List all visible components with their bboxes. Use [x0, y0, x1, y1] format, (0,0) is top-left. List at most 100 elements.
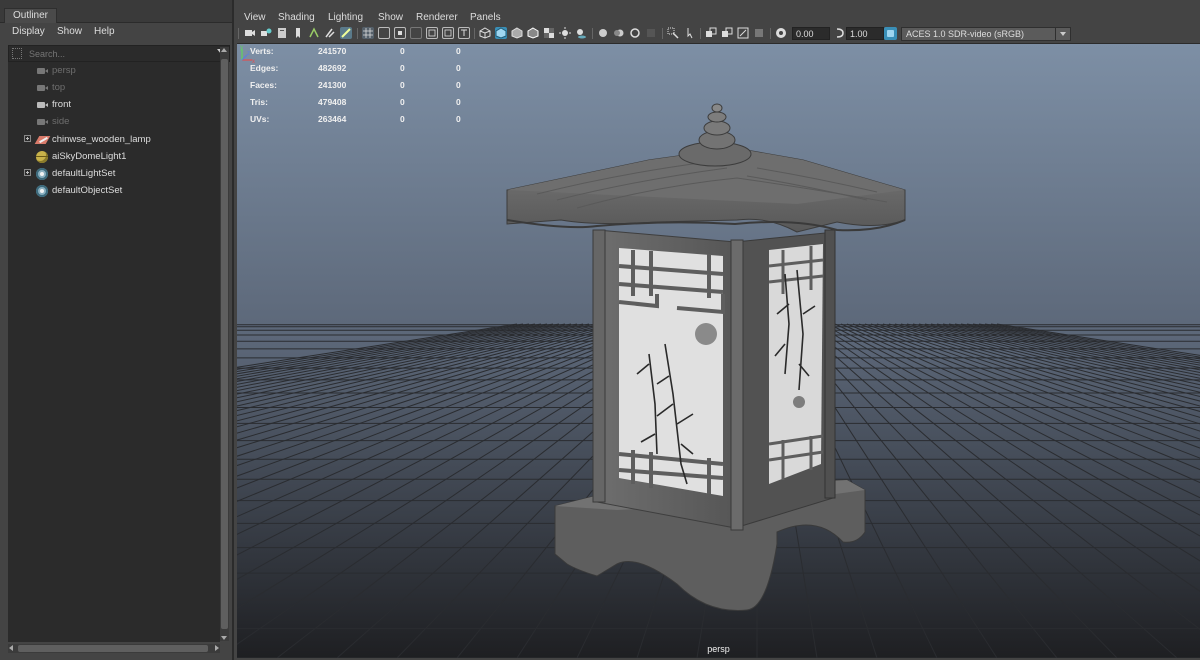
outliner-item-persp[interactable]: persp: [8, 62, 220, 79]
outliner-search-input[interactable]: [29, 46, 214, 61]
camera-icon: [36, 116, 50, 128]
hud-label: Tris:: [250, 97, 268, 107]
image-plane-toggle-icon[interactable]: [753, 27, 765, 39]
scroll-left-arrow-icon[interactable]: [9, 645, 13, 651]
gate-mask-icon[interactable]: [410, 27, 422, 39]
x-ray-active-components-icon[interactable]: [721, 27, 733, 39]
x-ray-icon[interactable]: [683, 27, 695, 39]
exposure-icon[interactable]: [775, 27, 787, 39]
outliner-menu-help[interactable]: Help: [94, 26, 115, 37]
outliner-search-bar: [8, 45, 230, 62]
use-all-lights-icon[interactable]: [559, 27, 571, 39]
axis-label-y: y: [240, 45, 243, 51]
outliner-tab[interactable]: Outliner: [4, 8, 58, 23]
field-chart-icon[interactable]: [426, 27, 438, 39]
safe-title-icon[interactable]: [458, 27, 470, 39]
hud-label: Edges:: [250, 63, 279, 73]
resolution-gate-icon[interactable]: [394, 27, 406, 39]
3d-viewport[interactable]: Verts: 241570 0 0 Edges: 482692 0 0 Face…: [237, 43, 1200, 658]
outliner-item-top[interactable]: top: [8, 79, 220, 96]
motion-blur-icon[interactable]: [613, 27, 625, 39]
wireframe-icon[interactable]: [479, 27, 491, 39]
viewport-menu-renderer[interactable]: Renderer: [416, 12, 458, 23]
isolate-select-icon[interactable]: [667, 27, 679, 39]
default-material-icon[interactable]: [511, 27, 523, 39]
depth-of-field-icon[interactable]: [645, 27, 657, 39]
object-set-icon: [36, 185, 50, 197]
search-grip-icon[interactable]: [12, 48, 22, 59]
gamma-icon[interactable]: [834, 27, 846, 39]
viewport-panel: View Shading Lighting Show Renderer Pane…: [234, 0, 1200, 660]
outliner-item-label: persp: [52, 65, 76, 76]
axis-label-z: z: [247, 51, 250, 57]
viewport-menu-lighting[interactable]: Lighting: [328, 12, 363, 23]
hud-row-faces: Faces: 241300 0 0: [250, 80, 480, 96]
outliner-menu-show[interactable]: Show: [57, 26, 82, 37]
select-camera-icon[interactable]: [244, 27, 256, 39]
scroll-thumb[interactable]: [221, 59, 228, 629]
safe-action-icon[interactable]: [442, 27, 454, 39]
color-management-icon[interactable]: [884, 27, 897, 40]
viewport-menu-panels[interactable]: Panels: [470, 12, 501, 23]
hud-value: 0: [400, 97, 405, 107]
viewport-menubar: View Shading Lighting Show Renderer Pane…: [234, 8, 1200, 26]
smooth-shade-all-icon[interactable]: [495, 27, 507, 39]
hud-value: 479408: [318, 97, 347, 107]
toolbar-separator: [592, 28, 593, 39]
2d-pan-zoom-icon[interactable]: [308, 27, 320, 39]
expand-plus-icon[interactable]: [24, 135, 31, 142]
outliner-menu-display[interactable]: Display: [12, 26, 45, 37]
textured-icon[interactable]: [543, 27, 555, 39]
hud-value: 0: [400, 63, 405, 73]
view-transform-dropdown[interactable]: ACES 1.0 SDR-video (sRGB): [901, 27, 1071, 41]
viewport-menu-view[interactable]: View: [244, 12, 266, 23]
bookmark-icon[interactable]: [276, 27, 288, 39]
hud-value: 482692: [318, 63, 347, 73]
outliner-item-chinwse-wooden-lamp[interactable]: chinwse_wooden_lamp: [8, 131, 220, 148]
toolbar-separator: [238, 28, 239, 39]
outliner-item-label: side: [52, 116, 70, 127]
outliner-horizontal-scrollbar[interactable]: [8, 644, 220, 653]
toolbar-separator: [770, 28, 771, 39]
grease-pencil-active-icon[interactable]: [340, 27, 352, 39]
wireframe-on-shaded-icon[interactable]: [527, 27, 539, 39]
hud-value: 241570: [318, 46, 347, 56]
viewport-menu-show[interactable]: Show: [378, 12, 403, 23]
exposure-field[interactable]: 0.00: [792, 27, 830, 40]
backface-culling-icon[interactable]: [737, 27, 749, 39]
shadows-icon[interactable]: [575, 27, 587, 39]
gamma-field[interactable]: 1.00: [846, 27, 884, 40]
grease-pencil-icon[interactable]: [324, 27, 336, 39]
viewport-menu-shading[interactable]: Shading: [278, 12, 315, 23]
expand-plus-icon[interactable]: [24, 169, 31, 176]
hud-row-tris: Tris: 479408 0 0: [250, 97, 480, 113]
outliner-item-side[interactable]: side: [8, 113, 220, 130]
outliner-item-defaultobjectset[interactable]: defaultObjectSet: [8, 182, 220, 199]
outliner-item-defaultlightset[interactable]: defaultLightSet: [8, 165, 220, 182]
screen-space-ao-icon[interactable]: [597, 27, 609, 39]
outliner-tree: persp top front side chinwse_wooden_lamp…: [8, 62, 220, 642]
grid-toggle-icon[interactable]: [362, 27, 374, 39]
image-plane-icon[interactable]: [292, 27, 304, 39]
x-ray-joints-icon[interactable]: [705, 27, 717, 39]
toolbar-separator: [700, 28, 701, 39]
anti-aliasing-icon[interactable]: [629, 27, 641, 39]
scroll-thumb[interactable]: [18, 645, 208, 652]
viewport-scene: [237, 44, 1200, 658]
hud-value: 263464: [318, 114, 347, 124]
outliner-item-front[interactable]: front: [8, 96, 220, 113]
camera-attributes-icon[interactable]: [260, 27, 272, 39]
hud-label: UVs:: [250, 114, 270, 124]
viewport-toolbar: 0.00 1.00 ACES 1.0 SDR-video (sRGB): [234, 25, 1200, 43]
outliner-vertical-scrollbar[interactable]: [220, 47, 229, 641]
axis-gizmo: y x z: [240, 45, 255, 64]
scroll-up-arrow-icon[interactable]: [221, 48, 227, 52]
scroll-down-arrow-icon[interactable]: [221, 636, 227, 640]
outliner-item-label: top: [52, 82, 66, 93]
transform-icon: [34, 134, 51, 146]
skydome-light-icon: [36, 151, 50, 163]
film-gate-icon[interactable]: [378, 27, 390, 39]
outliner-item-aiskydomelight1[interactable]: aiSkyDomeLight1: [8, 148, 220, 165]
scroll-right-arrow-icon[interactable]: [215, 645, 219, 651]
hud-value: 0: [456, 97, 461, 107]
